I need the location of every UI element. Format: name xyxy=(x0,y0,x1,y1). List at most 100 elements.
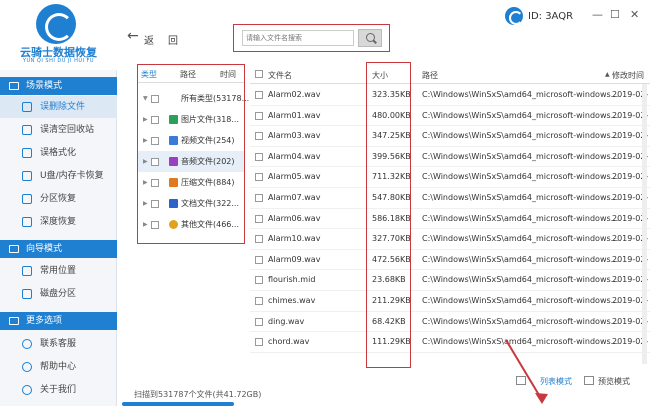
expand-arrow-icon[interactable]: ▶ xyxy=(143,130,148,151)
row-checkbox[interactable] xyxy=(255,338,263,347)
thumbnail-view-button[interactable]: 预览模式 xyxy=(598,376,630,387)
nav-recycle-bin[interactable]: 误清空回收站 xyxy=(0,119,117,141)
column-date[interactable]: 修改时间 xyxy=(612,70,644,81)
expand-arrow-icon[interactable]: ▶ xyxy=(143,151,148,172)
app-subtitle: YUN QI SHI DU JI HUI FU xyxy=(22,58,95,64)
row-checkbox[interactable] xyxy=(255,297,263,305)
table-row[interactable]: Alarm10.wav 327.70KB C:\Windows\WinSxS\amd… xyxy=(250,229,650,250)
category-checkbox[interactable] xyxy=(151,179,159,187)
category-documents[interactable]: ▶ 文档文件(322... xyxy=(138,193,244,214)
minimize-button[interactable]: — xyxy=(592,8,603,21)
usb-icon xyxy=(22,171,32,181)
column-path[interactable]: 路径 xyxy=(422,70,438,81)
category-images[interactable]: ▶ 图片文件(318... xyxy=(138,109,244,130)
expand-arrow-icon[interactable]: ▶ xyxy=(143,109,148,130)
nav-common-locations[interactable]: 常用位置 xyxy=(0,260,117,282)
file-name: Alarm09.wav xyxy=(268,254,321,264)
file-path: C:\Windows\WinSxS\amd64_microsoft-window… xyxy=(422,254,619,264)
category-checkbox[interactable] xyxy=(151,95,159,103)
close-button[interactable]: ✕ xyxy=(630,8,639,21)
nav-contact-support[interactable]: 联系客服 xyxy=(0,333,117,355)
category-checkbox[interactable] xyxy=(151,137,159,145)
row-checkbox[interactable] xyxy=(255,235,263,244)
row-checkbox[interactable] xyxy=(255,111,263,120)
nav-disk-partitions[interactable]: 磁盘分区 xyxy=(0,283,117,305)
sort-up-icon[interactable]: ▲ xyxy=(605,71,610,78)
row-checkbox[interactable] xyxy=(255,214,263,223)
table-row[interactable]: Alarm09.wav 472.56KB C:\Windows\WinSxS\amd… xyxy=(250,250,650,271)
home-button[interactable]: 回 xyxy=(168,32,178,47)
expand-arrow-icon[interactable]: ▶ xyxy=(143,172,148,193)
row-checkbox[interactable] xyxy=(255,173,263,182)
category-all[interactable]: ▼ 所有类型(53178... xyxy=(138,88,249,109)
maximize-button[interactable]: ☐ xyxy=(610,8,620,21)
table-row[interactable]: Alarm04.wav 399.56KB C:\Windows\WinSxS\amd… xyxy=(250,147,650,168)
table-row[interactable]: chord.wav 111.29KB C:\Windows\WinSxS\amd64… xyxy=(250,332,650,353)
expand-arrow-icon[interactable]: ▶ xyxy=(143,193,148,214)
file-path: C:\Windows\WinSxS\amd64_microsoft-window… xyxy=(422,90,619,99)
expand-arrow-icon[interactable]: ▶ xyxy=(143,214,148,235)
file-name: Alarm03.wav xyxy=(268,131,321,141)
file-path: C:\Windows\WinSxS\amd64_microsoft-window… xyxy=(422,110,619,120)
row-checkbox[interactable] xyxy=(255,276,263,285)
table-row[interactable]: ding.wav 68.42KB C:\Windows\WinSxS\amd64_m… xyxy=(250,312,650,333)
file-path: C:\Windows\WinSxS\amd64_microsoft-window… xyxy=(422,296,619,305)
nav-partition-recovery[interactable]: 分区恢复 xyxy=(0,188,117,210)
thumbnail-view-icon[interactable] xyxy=(584,376,594,385)
nav-about-us[interactable]: 关于我们 xyxy=(0,379,117,401)
nav-format[interactable]: 误格式化 xyxy=(0,142,117,164)
file-size: 586.18KB xyxy=(372,213,411,223)
category-archives[interactable]: ▶ 压缩文件(884) xyxy=(138,172,244,193)
category-checkbox[interactable] xyxy=(151,200,159,208)
select-all-checkbox[interactable] xyxy=(255,70,263,78)
info-icon xyxy=(22,385,32,395)
row-checkbox[interactable] xyxy=(255,317,263,326)
row-checkbox[interactable] xyxy=(255,91,263,99)
collapse-arrow-icon[interactable]: ▼ xyxy=(143,88,148,109)
table-row[interactable]: Alarm03.wav 347.25KB C:\Windows\WinSxS\amd… xyxy=(250,126,650,147)
search-input[interactable] xyxy=(242,30,354,46)
nav-deleted-files[interactable]: 误删除文件 xyxy=(0,96,117,118)
category-checkbox[interactable] xyxy=(151,221,159,229)
table-row[interactable]: flourish.mid 23.68KB C:\Windows\WinSxS\amd… xyxy=(250,270,650,291)
table-row[interactable]: Alarm02.wav 323.35KB C:\Windows\WinSxS\amd… xyxy=(250,85,650,106)
row-checkbox[interactable] xyxy=(255,132,263,141)
nav-usb-card[interactable]: U盘/内存卡恢复 xyxy=(0,165,117,187)
file-path: C:\Windows\WinSxS\amd64_microsoft-window… xyxy=(422,131,619,141)
image-file-icon xyxy=(169,115,178,124)
file-size: 111.29KB xyxy=(372,337,411,347)
file-path: C:\Windows\WinSxS\amd64_microsoft-window… xyxy=(422,172,619,182)
column-name[interactable]: 文件名 xyxy=(268,70,292,81)
back-arrow-icon[interactable]: ← xyxy=(127,28,139,44)
category-videos[interactable]: ▶ 视频文件(254) xyxy=(138,130,244,151)
row-checkbox[interactable] xyxy=(255,255,263,264)
nav-help-center[interactable]: 帮助中心 xyxy=(0,356,117,378)
search-button[interactable] xyxy=(358,29,382,47)
table-row[interactable]: chimes.wav 211.29KB C:\Windows\WinSxS\amd6… xyxy=(250,291,650,312)
video-file-icon xyxy=(169,136,178,145)
table-row[interactable]: Alarm06.wav 586.18KB C:\Windows\WinSxS\amd… xyxy=(250,209,650,230)
recycle-bin-icon xyxy=(22,125,32,135)
row-checkbox[interactable] xyxy=(255,152,263,161)
scan-status: 扫描到531787个文件(共41.72GB) xyxy=(134,390,262,399)
vertical-scrollbar[interactable] xyxy=(642,84,647,364)
category-checkbox[interactable] xyxy=(151,158,159,166)
category-other[interactable]: ▶ 其他文件(466... xyxy=(138,214,244,235)
nav-deep-recovery[interactable]: 深度恢复 xyxy=(0,211,117,233)
user-id: ID: 3AQR xyxy=(528,11,574,22)
back-button[interactable]: 返 xyxy=(144,32,154,47)
annotation-arrow xyxy=(505,339,548,404)
tab-type[interactable]: 类型 xyxy=(141,69,157,80)
table-row[interactable]: Alarm07.wav 547.80KB C:\Windows\WinSxS\amd… xyxy=(250,188,650,209)
column-size[interactable]: 大小 xyxy=(372,70,388,81)
help-icon xyxy=(22,362,32,372)
row-checkbox[interactable] xyxy=(255,194,263,202)
scene-mode-icon xyxy=(9,82,19,90)
category-audio[interactable]: ▶ 音频文件(202) xyxy=(138,151,244,172)
file-name: Alarm05.wav xyxy=(268,172,321,182)
category-checkbox[interactable] xyxy=(151,116,159,124)
tab-path[interactable]: 路径 xyxy=(180,69,196,80)
table-row[interactable]: Alarm05.wav 711.32KB C:\Windows\WinSxS\amd… xyxy=(250,167,650,188)
tab-time[interactable]: 时间 xyxy=(220,69,236,80)
table-row[interactable]: Alarm01.wav 480.00KB C:\Windows\WinSxS\amd… xyxy=(250,106,650,127)
